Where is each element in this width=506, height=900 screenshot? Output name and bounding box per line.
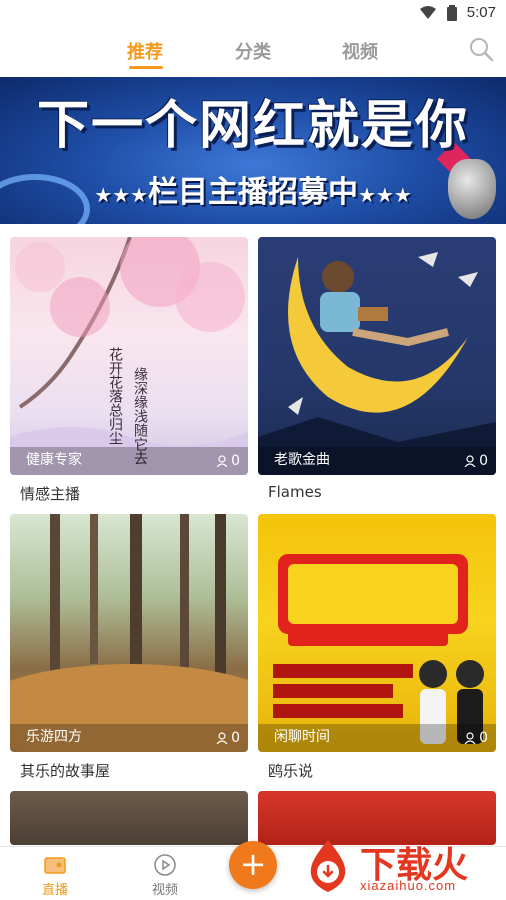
live-room-card[interactable]: [10, 791, 248, 845]
create-live-button[interactable]: +: [229, 841, 277, 889]
tab-video[interactable]: 视频: [342, 38, 378, 64]
live-tv-icon: [44, 857, 66, 874]
status-bar: 5:07: [0, 0, 506, 28]
live-room-card[interactable]: 老歌金曲 0 Flames: [258, 237, 496, 501]
status-time: 5:07: [466, 4, 496, 21]
card-thumbnail: [10, 791, 248, 845]
banner-subtitle: ★★★栏目主播招募中★★★: [0, 167, 506, 211]
person-icon: [216, 455, 228, 467]
viewer-count-value: 0: [479, 730, 488, 746]
wifi-icon: [419, 5, 436, 19]
card-thumbnail: 老歌金曲 0: [258, 237, 496, 475]
plus-icon: +: [239, 845, 267, 883]
play-circle-icon: [154, 854, 176, 876]
card-category-tag: 健康专家: [26, 452, 82, 468]
promo-banner[interactable]: 下一个网红就是你 ★★★栏目主播招募中★★★: [0, 77, 506, 224]
viewer-count: 0: [216, 730, 240, 746]
viewer-count-value: 0: [479, 453, 488, 469]
show-poster-illustration: [273, 554, 484, 744]
banner-title: 下一个网红就是你: [36, 96, 469, 156]
active-tab-indicator: [129, 66, 163, 69]
viewer-count-value: 0: [231, 730, 240, 746]
viewer-count: 0: [216, 453, 240, 469]
banner-stars-left: ★★★: [94, 183, 148, 207]
card-title: 其乐的故事屋: [20, 762, 111, 780]
person-icon: [464, 455, 476, 467]
live-room-card[interactable]: 乐游四方 0 其乐的故事屋: [10, 514, 248, 780]
viewer-count-value: 0: [231, 453, 240, 469]
top-tab-bar: 推荐 分类 视频: [0, 28, 506, 76]
tab-category[interactable]: 分类: [235, 38, 271, 64]
card-thumbnail: 闲聊时间 0: [258, 514, 496, 752]
nav-video[interactable]: 视频: [135, 853, 195, 898]
cherry-blossom-illustration: 缘深缘浅随它去 花开花落总归尘: [10, 237, 248, 475]
viewer-count: 0: [464, 730, 488, 746]
live-room-card[interactable]: 闲聊时间 0 鸥乐说: [258, 514, 496, 780]
card-category-tag: 老歌金曲: [274, 452, 330, 468]
nav-live-label: 直播: [41, 883, 68, 898]
card-title: 情感主播: [20, 485, 81, 503]
person-icon: [216, 732, 228, 744]
nav-live[interactable]: 直播: [25, 853, 85, 898]
watermark-url: xiazaihuo.com: [360, 878, 457, 893]
card-thumbnail: 乐游四方 0: [10, 514, 248, 752]
tab-recommend[interactable]: 推荐: [127, 38, 163, 64]
card-category-tag: 乐游四方: [26, 729, 82, 745]
moon-reading-illustration: [258, 252, 496, 475]
flame-logo-icon: [310, 840, 346, 892]
card-category-tag: 闲聊时间: [274, 729, 330, 745]
site-watermark: 下载火 xiazaihuo.com: [300, 836, 500, 896]
autumn-forest-illustration: [10, 514, 248, 752]
card-thumbnail: 缘深缘浅随它去 花开花落总归尘 健康专家 0: [10, 237, 248, 475]
live-room-card[interactable]: 缘深缘浅随它去 花开花落总归尘 健康专家 0 情感主播: [10, 237, 248, 503]
banner-subtitle-text: 栏目主播招募中: [148, 175, 358, 210]
status-icons: 5:07: [419, 4, 496, 21]
battery-icon: [446, 4, 457, 21]
svg-text:花开花落总归尘: 花开花落总归尘: [107, 347, 123, 445]
search-icon[interactable]: [466, 34, 496, 64]
person-icon: [464, 732, 476, 744]
card-title: Flames: [268, 483, 322, 501]
viewer-count: 0: [464, 453, 488, 469]
nav-video-label: 视频: [151, 883, 178, 898]
banner-stars-right: ★★★: [358, 183, 412, 207]
card-title: 鸥乐说: [268, 762, 314, 780]
